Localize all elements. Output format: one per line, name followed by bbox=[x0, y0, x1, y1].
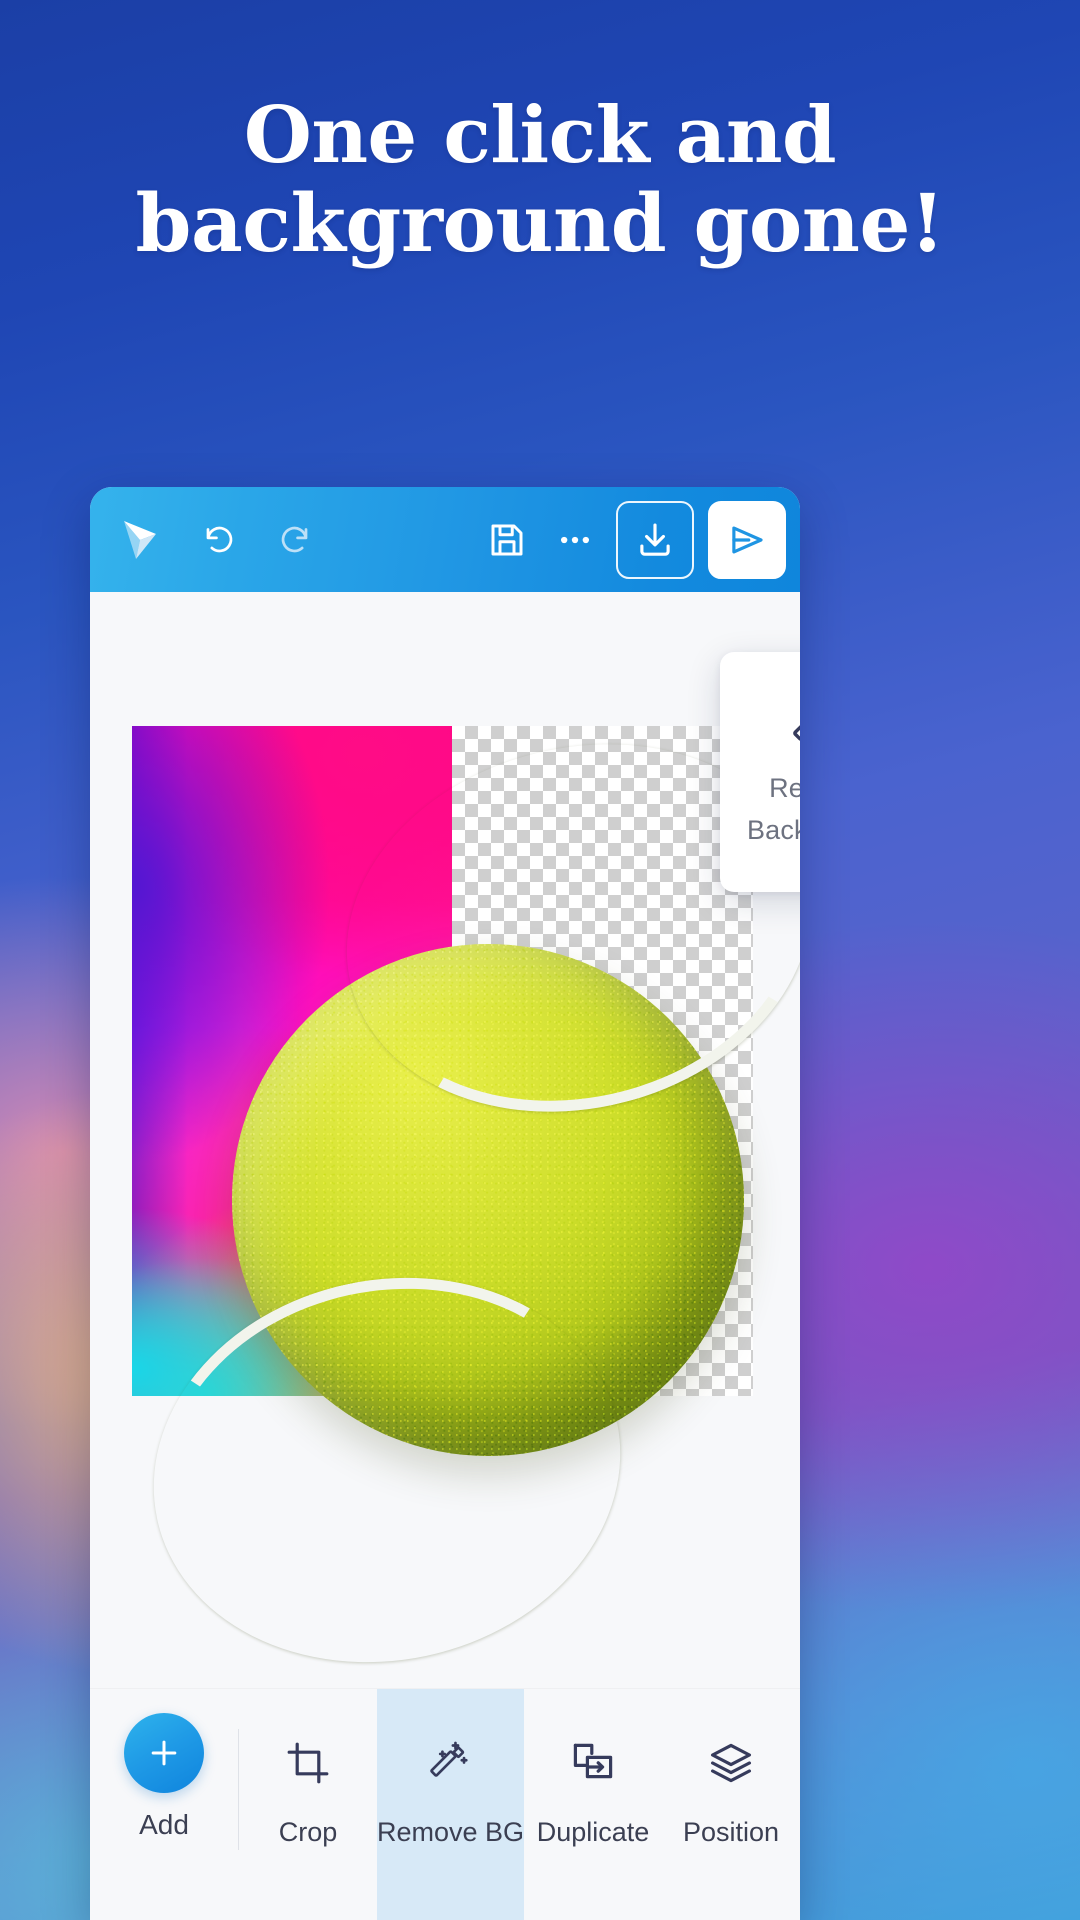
add-button[interactable] bbox=[124, 1713, 204, 1793]
tool-remove-bg[interactable]: Remove BG bbox=[376, 1689, 525, 1920]
remove-background-tooltip-label: Remove Background bbox=[747, 768, 800, 852]
artboard[interactable] bbox=[117, 696, 800, 1705]
editor-canvas[interactable]: Remove Background bbox=[90, 592, 800, 1810]
original-gradient-background bbox=[132, 726, 452, 1396]
tool-position-label: Position bbox=[682, 1817, 780, 1847]
tool-remove-bg-label: Remove BG bbox=[376, 1817, 525, 1847]
checkerboard-transparency bbox=[452, 726, 753, 1396]
app-window: Remove Background Add bbox=[90, 487, 800, 1920]
magic-wand-icon bbox=[427, 1735, 475, 1791]
tool-crop[interactable]: Crop bbox=[239, 1689, 377, 1920]
page-title: One click and background gone! bbox=[0, 90, 1080, 271]
tool-crop-label: Crop bbox=[278, 1817, 338, 1847]
app-toolbar bbox=[90, 487, 800, 592]
paper-plane-logo[interactable] bbox=[112, 511, 170, 569]
redo-icon[interactable] bbox=[268, 513, 322, 567]
headline-line-2: background gone! bbox=[135, 176, 945, 271]
tool-duplicate-label: Duplicate bbox=[536, 1817, 650, 1847]
add-button-column: Add bbox=[90, 1689, 238, 1920]
add-button-label: Add bbox=[139, 1809, 189, 1840]
more-horizontal-icon[interactable] bbox=[548, 513, 602, 567]
crop-icon bbox=[284, 1735, 332, 1791]
floppy-disk-save-icon[interactable] bbox=[480, 513, 534, 567]
magic-wand-icon bbox=[789, 692, 800, 754]
tool-list: Crop Remove BG Duplicate Position bbox=[239, 1689, 800, 1920]
download-button[interactable] bbox=[616, 500, 694, 579]
bottom-toolbar: Add Crop Remove BG Duplicate Position bbox=[90, 1688, 800, 1920]
duplicate-icon bbox=[569, 1735, 617, 1791]
promo-screenshot: One click and background gone! Re Bac Ad… bbox=[0, 0, 1080, 1920]
tooltip-line-1: Remove bbox=[769, 773, 800, 804]
headline-line-1: One click and bbox=[243, 90, 837, 181]
tooltip-line-2: Background bbox=[746, 815, 800, 845]
tool-duplicate[interactable]: Duplicate bbox=[524, 1689, 662, 1920]
remove-background-tooltip[interactable]: Remove Background bbox=[720, 652, 800, 892]
layers-icon bbox=[707, 1735, 755, 1791]
share-button[interactable] bbox=[708, 500, 786, 579]
tool-position[interactable]: Position bbox=[662, 1689, 800, 1920]
undo-icon[interactable] bbox=[192, 513, 246, 567]
